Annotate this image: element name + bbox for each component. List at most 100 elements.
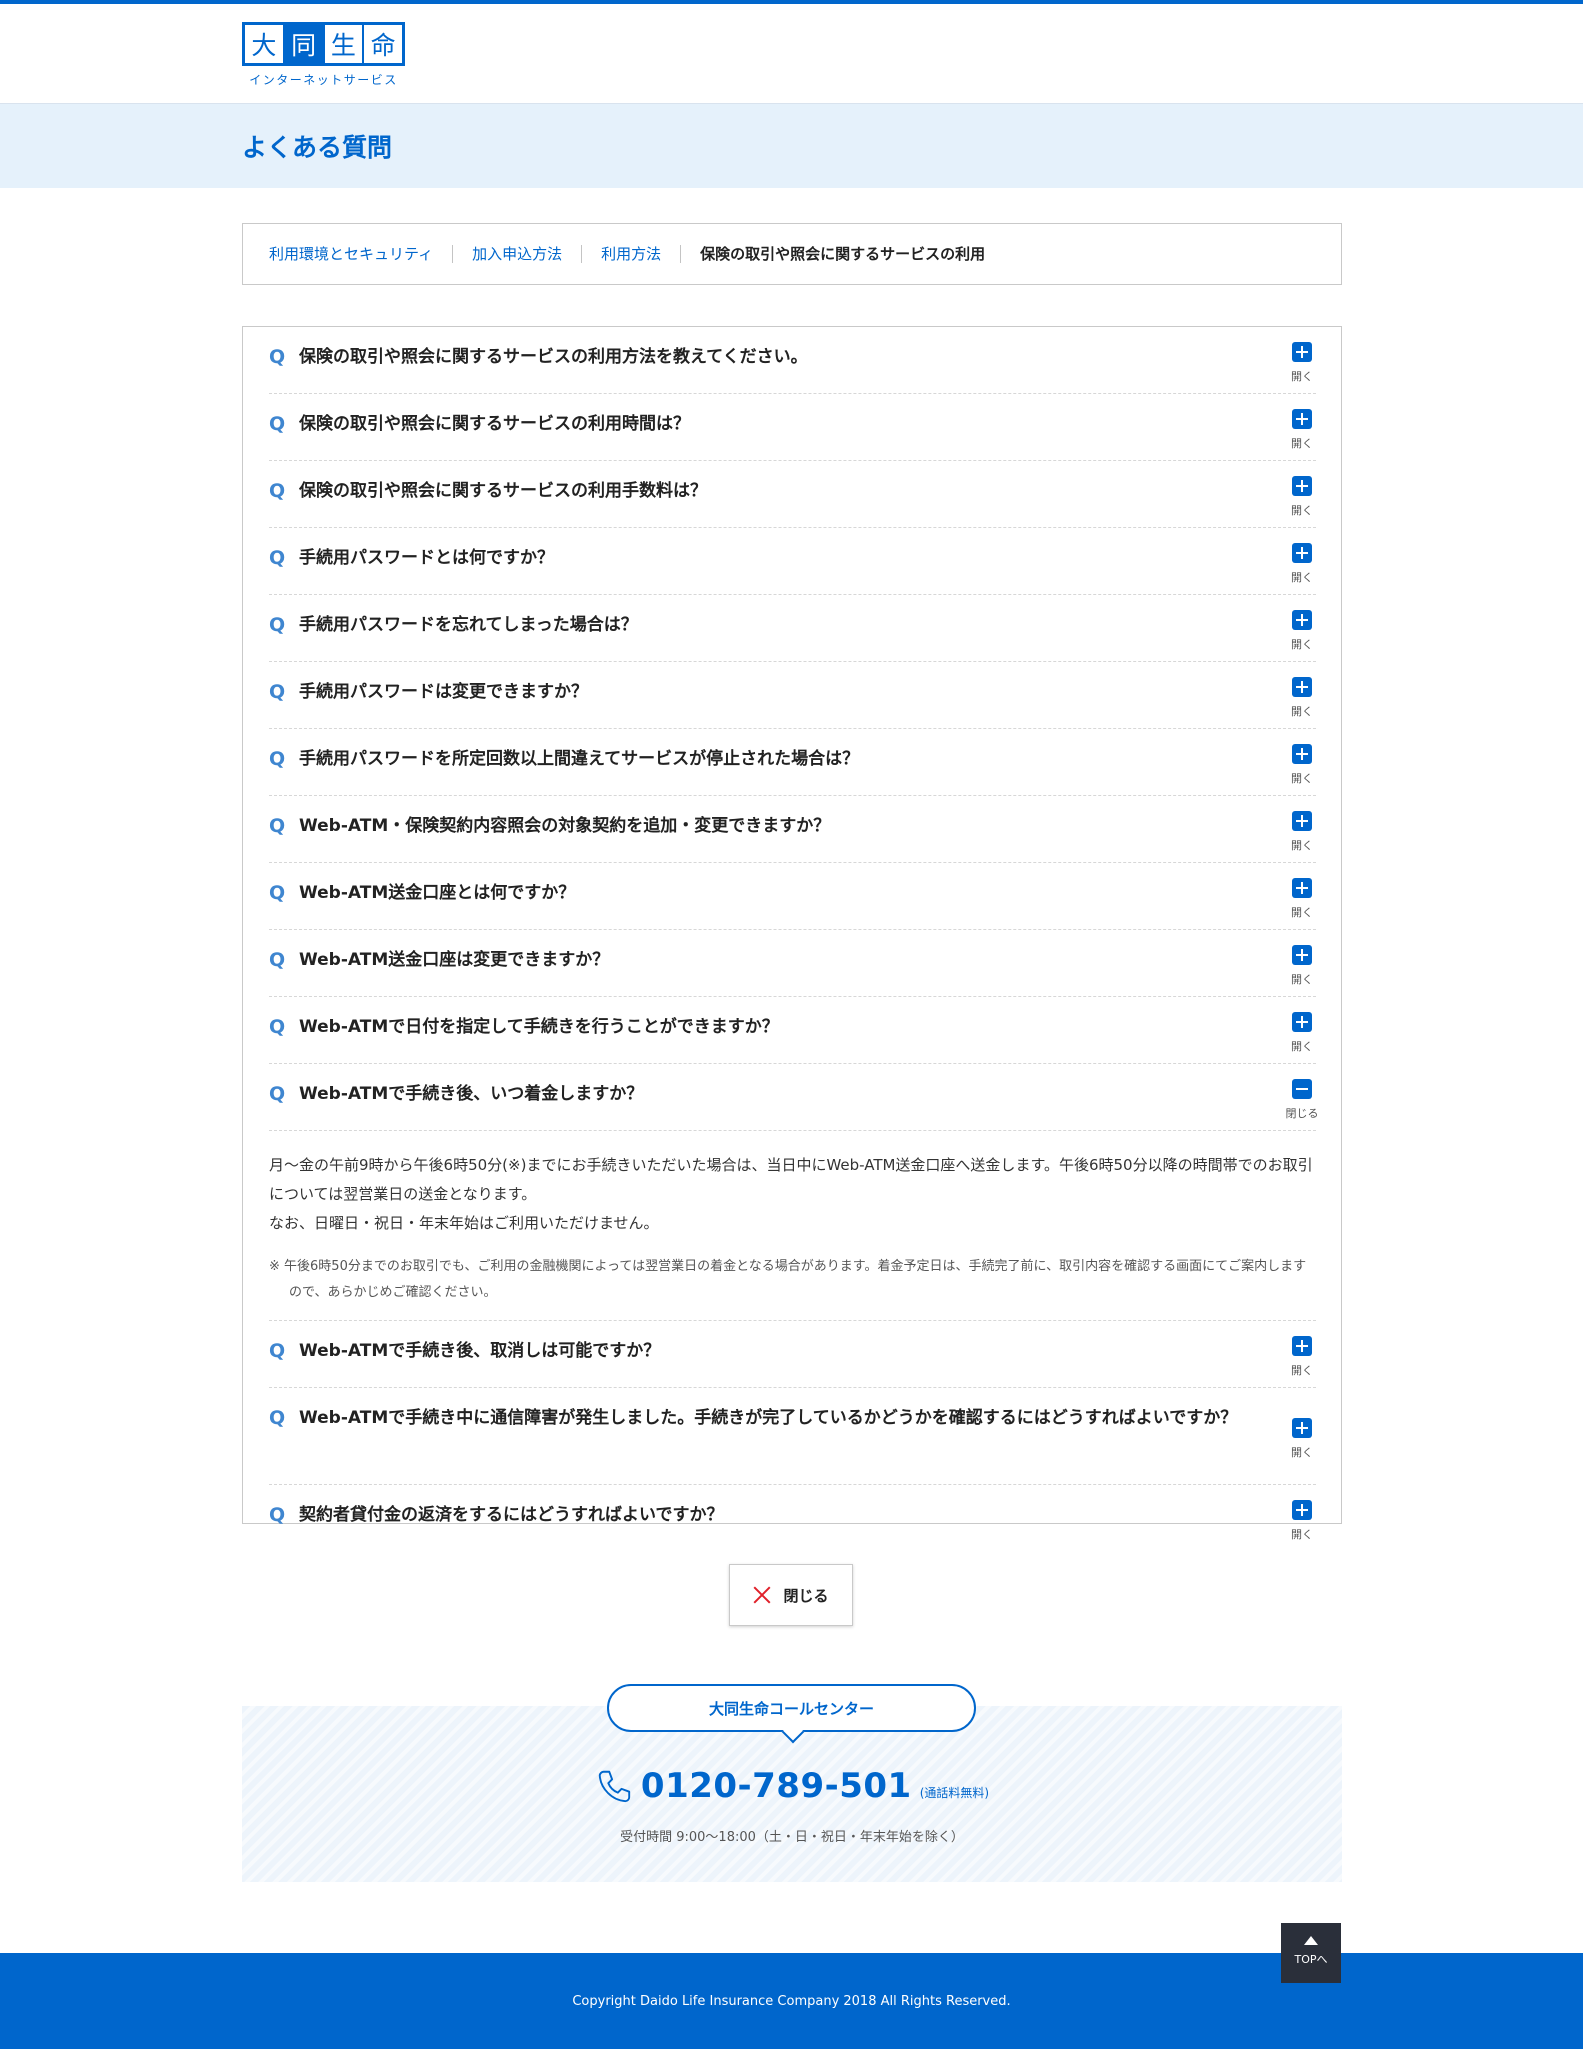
expand-toggle[interactable]: 開く bbox=[1282, 543, 1322, 585]
expand-toggle[interactable]: 開く bbox=[1282, 476, 1322, 518]
plus-icon bbox=[1292, 878, 1312, 898]
question-text: Web-ATM送金口座は変更できますか？ bbox=[299, 950, 610, 970]
logo-mark: 大 同 生 命 bbox=[242, 22, 405, 66]
minus-icon bbox=[1292, 1079, 1312, 1099]
question-text: Web-ATM送金口座とは何ですか？ bbox=[299, 883, 576, 903]
expand-toggle[interactable]: 開く bbox=[1282, 1500, 1322, 1542]
expand-toggle[interactable]: 開く bbox=[1282, 1418, 1322, 1460]
category-current: 保険の取引や照会に関するサービスの利用 bbox=[680, 245, 1004, 263]
faq-question[interactable]: Q 手続用パスワードは変更できますか？ 開く bbox=[269, 662, 1316, 729]
question-text: Web-ATMで手続き中に通信障害が発生しました。手続きが完了しているかどうかを… bbox=[299, 1408, 1238, 1428]
toggle-label: 開く bbox=[1291, 370, 1313, 383]
expand-toggle[interactable]: 開く bbox=[1282, 409, 1322, 451]
faq-question[interactable]: Q 契約者貸付金の返済をするにはどうすればよいですか？ 開く bbox=[269, 1485, 1316, 1551]
toggle-label: 開く bbox=[1291, 1446, 1313, 1459]
expand-toggle[interactable]: 開く bbox=[1282, 1336, 1322, 1378]
question-text: 保険の取引や照会に関するサービスの利用手数料は？ bbox=[299, 481, 707, 501]
daido-logo[interactable]: 大 同 生 命 インターネットサービス bbox=[242, 22, 405, 88]
q-mark: Q bbox=[269, 1016, 286, 1038]
faq-question[interactable]: Q 保険の取引や照会に関するサービスの利用手数料は？ 開く bbox=[269, 461, 1316, 528]
q-mark: Q bbox=[269, 1340, 286, 1362]
collapse-toggle[interactable]: 閉じる bbox=[1282, 1079, 1322, 1121]
q-mark: Q bbox=[269, 681, 286, 703]
plus-icon bbox=[1292, 744, 1312, 764]
category-link-usage[interactable]: 利用方法 bbox=[581, 245, 680, 263]
expand-toggle[interactable]: 開く bbox=[1282, 1012, 1322, 1054]
logo-subtitle: インターネットサービス bbox=[249, 73, 398, 87]
expand-toggle[interactable]: 開く bbox=[1282, 744, 1322, 786]
q-mark: Q bbox=[269, 1504, 286, 1526]
toggle-label: 開く bbox=[1291, 1364, 1313, 1377]
top-button-label: TOPへ bbox=[1294, 1953, 1328, 1966]
q-mark: Q bbox=[269, 614, 286, 636]
logo-char: 命 bbox=[370, 31, 396, 60]
faq-question[interactable]: Q 保険の取引や照会に関するサービスの利用時間は？ 開く bbox=[269, 394, 1316, 461]
expand-toggle[interactable]: 開く bbox=[1282, 677, 1322, 719]
faq-question[interactable]: Q Web-ATM送金口座は変更できますか？ 開く bbox=[269, 930, 1316, 997]
expand-toggle[interactable]: 開く bbox=[1282, 342, 1322, 384]
faq-question[interactable]: Q 手続用パスワードを忘れてしまった場合は？ 開く bbox=[269, 595, 1316, 662]
q-mark: Q bbox=[269, 815, 286, 837]
toggle-label: 開く bbox=[1291, 839, 1313, 852]
faq-question[interactable]: Q 手続用パスワードを所定回数以上間違えてサービスが停止された場合は？ 開く bbox=[269, 729, 1316, 796]
back-to-top-button[interactable]: TOPへ bbox=[1281, 1923, 1341, 1983]
q-mark: Q bbox=[269, 413, 286, 435]
expand-toggle[interactable]: 開く bbox=[1282, 610, 1322, 652]
plus-icon bbox=[1292, 811, 1312, 831]
site-footer: Copyright Daido Life Insurance Company 2… bbox=[0, 1953, 1583, 2049]
phone-icon bbox=[598, 1770, 631, 1803]
faq-question[interactable]: Q Web-ATMで手続き中に通信障害が発生しました。手続きが完了しているかどう… bbox=[269, 1388, 1316, 1485]
q-mark: Q bbox=[269, 1083, 286, 1105]
q-mark: Q bbox=[269, 882, 286, 904]
title-band: よくある質問 bbox=[0, 104, 1583, 188]
toggle-label: 開く bbox=[1291, 571, 1313, 584]
question-text: 手続用パスワードを忘れてしまった場合は？ bbox=[299, 615, 638, 635]
faq-question[interactable]: Q Web-ATMで日付を指定して手続きを行うことができますか？ 開く bbox=[269, 997, 1316, 1064]
plus-icon bbox=[1292, 543, 1312, 563]
business-hours: 受付時間 9:00～18:00（土・日・祝日・年末年始を除く） bbox=[620, 1830, 964, 1845]
faq-question[interactable]: Q 手続用パスワードとは何ですか？ 開く bbox=[269, 528, 1316, 595]
close-window-button[interactable]: 閉じる bbox=[729, 1564, 853, 1626]
faq-question-expanded[interactable]: Q Web-ATMで手続き後、いつ着金しますか？ 閉じる bbox=[269, 1064, 1319, 1131]
faq-question[interactable]: Q Web-ATM送金口座とは何ですか？ 開く bbox=[269, 863, 1316, 930]
plus-icon bbox=[1292, 476, 1312, 496]
toggle-label: 開く bbox=[1291, 906, 1313, 919]
close-button-label: 閉じる bbox=[783, 1587, 829, 1605]
q-mark: Q bbox=[269, 949, 286, 971]
q-mark: Q bbox=[269, 547, 286, 569]
q-mark: Q bbox=[269, 1407, 286, 1429]
close-icon bbox=[753, 1586, 771, 1604]
expand-toggle[interactable]: 開く bbox=[1282, 878, 1322, 920]
category-link-environment[interactable]: 利用環境とセキュリティ bbox=[269, 245, 452, 263]
site-header: 大 同 生 命 インターネットサービス bbox=[0, 4, 1583, 104]
plus-icon bbox=[1292, 1500, 1312, 1520]
answer-text: なお、日曜日・祝日・年末年始はご利用いただけません。 bbox=[269, 1214, 659, 1232]
category-link-application[interactable]: 加入申込方法 bbox=[452, 245, 581, 263]
plus-icon bbox=[1292, 945, 1312, 965]
category-nav: 利用環境とセキュリティ 加入申込方法 利用方法 保険の取引や照会に関するサービス… bbox=[242, 223, 1342, 285]
question-text: 手続用パスワードとは何ですか？ bbox=[299, 548, 554, 568]
plus-icon bbox=[1292, 1012, 1312, 1032]
copyright: Copyright Daido Life Insurance Company 2… bbox=[572, 1994, 1011, 2009]
plus-icon bbox=[1292, 677, 1312, 697]
plus-icon bbox=[1292, 409, 1312, 429]
toggle-label: 開く bbox=[1291, 1040, 1313, 1053]
plus-icon bbox=[1292, 1418, 1312, 1438]
question-text: 保険の取引や照会に関するサービスの利用時間は？ bbox=[299, 414, 690, 434]
faq-question[interactable]: Q Web-ATMで手続き後、取消しは可能ですか？ 開く bbox=[269, 1321, 1316, 1388]
expand-toggle[interactable]: 開く bbox=[1282, 945, 1322, 987]
toggle-label: 開く bbox=[1291, 1528, 1313, 1541]
toggle-label: 開く bbox=[1291, 638, 1313, 651]
faq-question[interactable]: Q Web-ATM・保険契約内容照会の対象契約を追加・変更できますか？ 開く bbox=[269, 796, 1316, 863]
faq-question[interactable]: Q 保険の取引や照会に関するサービスの利用方法を教えてください。 開く bbox=[269, 327, 1316, 394]
phone-number[interactable]: 0120-789-501 bbox=[641, 1766, 912, 1806]
plus-icon bbox=[1292, 342, 1312, 362]
plus-icon bbox=[1292, 1336, 1312, 1356]
q-mark: Q bbox=[269, 748, 286, 770]
expand-toggle[interactable]: 開く bbox=[1282, 811, 1322, 853]
question-text: Web-ATMで手続き後、いつ着金しますか？ bbox=[299, 1084, 644, 1104]
q-mark: Q bbox=[269, 346, 286, 368]
faq-answer: 月～金の午前9時から午後6時50分(※)までにお手続きいただいた場合は、当日中に… bbox=[269, 1131, 1316, 1321]
logo-char: 生 bbox=[325, 25, 365, 63]
question-text: 保険の取引や照会に関するサービスの利用方法を教えてください。 bbox=[299, 347, 808, 367]
